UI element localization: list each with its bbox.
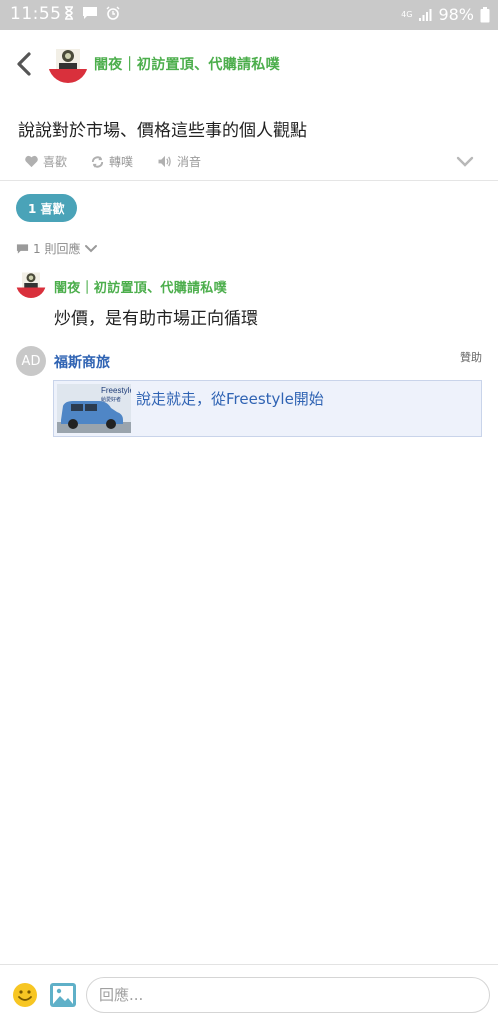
sponsored-label: 贊助 (460, 351, 482, 364)
ad-car-image: Freestyle 給愛好者 (57, 384, 131, 433)
replurk-icon (91, 155, 104, 168)
emoji-icon[interactable] (12, 982, 38, 1008)
like-button[interactable]: 喜歡 (24, 153, 67, 170)
comment-avatar[interactable] (16, 268, 46, 298)
replies-toggle[interactable]: 1 則回應 (16, 240, 98, 257)
back-arrow-icon[interactable] (12, 50, 38, 78)
likes-count-button[interactable]: 1 喜歡 (16, 194, 77, 222)
network-type: 4G (401, 9, 413, 19)
status-notification-icons (64, 6, 120, 20)
replies-count-label: 1 則回應 (33, 242, 81, 256)
plurk-content: 說說對於市場、價格這些事的個人觀點 (18, 121, 307, 141)
status-system-icons: 4G 98% (401, 5, 490, 24)
replurk-button[interactable]: 轉噗 (90, 153, 133, 170)
status-bar: 11:55 4G 98% (0, 0, 498, 30)
comment-avatar-image (16, 268, 46, 298)
ad-thumbnail: Freestyle 給愛好者 (57, 384, 131, 433)
signal-icon (419, 8, 432, 21)
image-upload-icon[interactable] (49, 982, 77, 1008)
hourglass-icon (65, 6, 73, 20)
author-avatar[interactable] (48, 43, 88, 83)
heart-icon (25, 155, 38, 168)
ad-advertiser[interactable]: 福斯商旅 (54, 352, 110, 372)
divider (0, 180, 498, 181)
mute-button[interactable]: 消音 (157, 153, 201, 170)
replurk-label: 轉噗 (109, 155, 134, 169)
reply-input[interactable] (86, 977, 490, 1013)
ad-card[interactable]: Freestyle 給愛好者 說走就走，從Freestyle開始 (53, 380, 482, 437)
plurk-actions: 喜歡 轉噗 消音 (0, 148, 498, 178)
speech-bubble-icon (16, 243, 29, 254)
chevron-down-icon (85, 245, 98, 253)
speaker-icon (158, 155, 171, 168)
plurk-header: 闇夜｜初訪置頂、代購請私噗 (0, 30, 498, 98)
alarm-icon (106, 6, 120, 20)
author-avatar-image (48, 43, 88, 83)
ad-thumb-text: Freestyle (101, 386, 131, 395)
status-time: 11:55 (10, 4, 62, 24)
author-name[interactable]: 闇夜｜初訪置頂、代購請私噗 (94, 54, 280, 74)
mute-label: 消音 (177, 155, 202, 169)
comment-author[interactable]: 闇夜｜初訪置頂、代購請私噗 (54, 277, 227, 296)
reply-composer (0, 964, 498, 1024)
chevron-down-icon[interactable] (456, 156, 474, 168)
battery-percent: 98% (438, 5, 474, 24)
comment-text: 炒價，是有助市場正向循環 (54, 309, 258, 329)
like-label: 喜歡 (43, 155, 68, 169)
ad-title: 說走就走，從Freestyle開始 (136, 390, 324, 408)
ad-avatar: AD (16, 346, 46, 376)
battery-icon (480, 6, 490, 22)
message-icon (83, 7, 97, 19)
